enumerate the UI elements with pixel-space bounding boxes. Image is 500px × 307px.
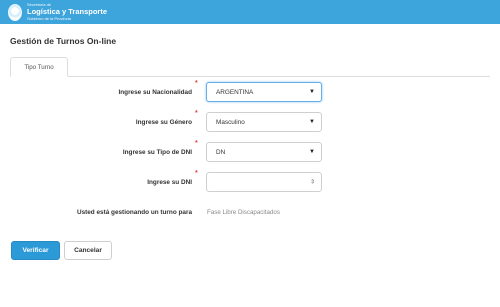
doc-type-row: Ingrese su Tipo de DNI * DN ▼ [0, 140, 500, 162]
logo-text: Secretaría de Logística y Transporte Gob… [27, 3, 107, 21]
dni-number-input[interactable]: ⇕ [206, 172, 322, 192]
gender-value: Masculino [216, 118, 245, 126]
turn-info-row: Usted está gestionando un turno para Fas… [0, 202, 500, 222]
doc-type-select[interactable]: DN ▼ [206, 142, 322, 162]
logo-line1: Secretaría de [27, 2, 52, 8]
dni-label: Ingrese su DNI [147, 178, 192, 186]
cancel-button[interactable]: Cancelar [64, 241, 112, 260]
gender-select[interactable]: Masculino ▼ [206, 112, 322, 132]
nationality-row: Ingrese su Nacionalidad * ARGENTINA ▼ [0, 80, 500, 102]
logo-line3: Gobierno de la Provincia [27, 15, 71, 21]
doc-type-label: Ingrese su Tipo de DNI [122, 148, 192, 156]
doc-type-value: DN [216, 148, 226, 156]
logo-line2: Logística y Transporte [27, 7, 108, 17]
gender-label: Ingrese su Género [135, 118, 192, 126]
turn-info-value: Fase Libre Discapacitados [207, 208, 280, 216]
tab-tipo-turno[interactable]: Tipo Turno [10, 57, 68, 77]
page-title: Gestión de Turnos On-line [10, 36, 117, 46]
top-header-bar: Secretaría de Logística y Transporte Gob… [0, 0, 500, 24]
nationality-label: Ingrese su Nacionalidad [118, 88, 192, 96]
number-spinner-icon[interactable]: ⇕ [310, 179, 315, 186]
chevron-down-icon: ▼ [309, 119, 315, 125]
government-seal-icon [8, 3, 22, 21]
gender-row: Ingrese su Género * Masculino ▼ [0, 110, 500, 132]
required-asterisk: * [195, 110, 198, 117]
nationality-value: ARGENTINA [216, 88, 254, 96]
chevron-down-icon: ▼ [309, 89, 315, 95]
required-asterisk: * [195, 170, 198, 177]
logo[interactable]: Secretaría de Logística y Transporte Gob… [8, 2, 107, 22]
required-asterisk: * [195, 80, 198, 87]
dni-row: Ingrese su DNI * ⇕ [0, 170, 500, 192]
required-asterisk: * [195, 140, 198, 147]
turn-info-label: Usted está gestionando un turno para [76, 208, 192, 216]
nationality-select[interactable]: ARGENTINA ▼ [206, 82, 322, 102]
verify-button[interactable]: Verificar [11, 241, 60, 260]
tabs-divider [10, 76, 490, 77]
chevron-down-icon: ▼ [309, 149, 315, 155]
